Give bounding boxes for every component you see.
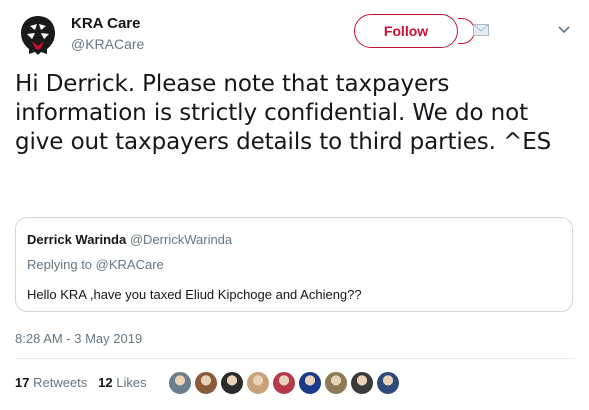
quoted-author-line: Derrick Warinda @DerrickWarinda <box>27 231 232 249</box>
replying-to-prefix: Replying to <box>27 257 93 272</box>
tweet-text: Hi Derrick. Please note that taxpayers i… <box>15 71 552 155</box>
likes-stat[interactable]: 12 Likes <box>98 375 146 390</box>
account-handle[interactable]: @KRACare <box>71 34 144 54</box>
engagement-stats: 17 Retweets 12 Likes <box>15 373 147 393</box>
divider <box>15 358 575 359</box>
lion-logo-icon <box>15 12 61 58</box>
likes-count: 12 <box>98 375 113 390</box>
quoted-author-handle[interactable]: @DerrickWarinda <box>130 232 232 247</box>
quoted-author-name[interactable]: Derrick Warinda <box>27 232 126 247</box>
liker-avatar[interactable] <box>220 371 244 395</box>
liker-avatar[interactable] <box>272 371 296 395</box>
tweet-timestamp[interactable]: 8:28 AM - 3 May 2019 <box>15 330 142 348</box>
display-name[interactable]: KRA Care <box>71 14 144 34</box>
retweets-count: 17 <box>15 375 30 390</box>
account-name-block[interactable]: KRA Care @KRACare <box>71 14 144 54</box>
replying-to-line: Replying to @KRACare <box>27 256 164 274</box>
envelope-icon[interactable] <box>473 24 489 36</box>
retweets-stat[interactable]: 17 Retweets <box>15 375 87 390</box>
liker-avatar[interactable] <box>246 371 270 395</box>
likes-label: Likes <box>116 375 147 390</box>
retweets-label: Retweets <box>33 375 88 390</box>
liker-avatar[interactable] <box>168 371 192 395</box>
liker-avatar[interactable] <box>298 371 322 395</box>
quoted-tweet-text: Hello KRA ,have you taxed Eliud Kipchoge… <box>27 287 362 302</box>
liker-avatar[interactable] <box>350 371 374 395</box>
kra-logo-avatar[interactable] <box>15 12 61 58</box>
follow-button[interactable]: Follow <box>354 14 458 48</box>
tweet-header: KRA Care @KRACare Follow <box>15 12 575 58</box>
replying-to-handle[interactable]: @KRACare <box>96 257 164 272</box>
liker-avatar[interactable] <box>324 371 348 395</box>
liker-avatar[interactable] <box>194 371 218 395</box>
quoted-tweet[interactable]: Derrick Warinda @DerrickWarinda Replying… <box>15 217 573 312</box>
liker-avatar[interactable] <box>376 371 400 395</box>
chevron-down-icon[interactable] <box>557 24 571 34</box>
